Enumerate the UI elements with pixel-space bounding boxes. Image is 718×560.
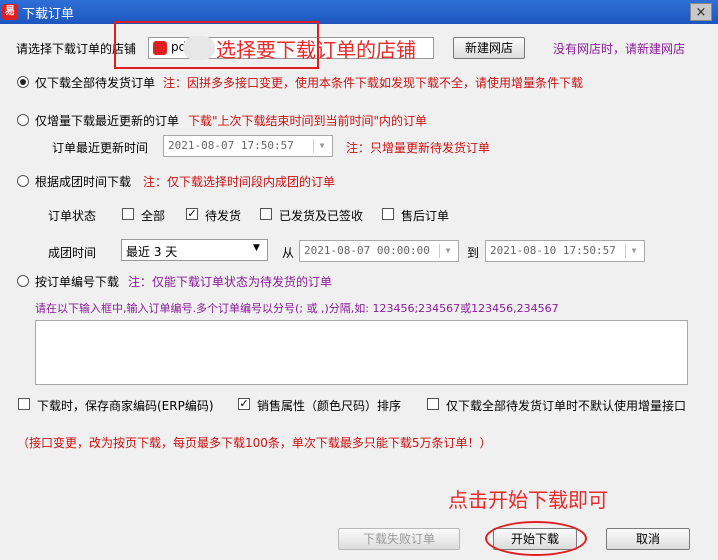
group-time-label: 成团时间: [48, 246, 97, 260]
group-time-preset-select[interactable]: 最近 3 天 ▼: [121, 239, 268, 261]
close-button[interactable]: ×: [690, 3, 712, 21]
interface-change-notice: （接口变更，改为按页下载，每页最多下载100条，单次下载最多只能下载5万条订单！…: [17, 436, 492, 450]
calendar-dropdown-icon: ▼: [625, 244, 642, 258]
select-store-annotation: 选择要下载订单的店铺: [216, 38, 416, 62]
opt2-note: 下载"上次下载结束时间到当前时间"内的订单: [188, 114, 428, 128]
update-time-value: 2021-08-07 17:50:57: [168, 139, 294, 152]
opt4-note: 注：仅能下载订单状态为待发货的订单: [128, 275, 333, 289]
radio-incremental[interactable]: [17, 114, 29, 126]
radio-incremental-label: 仅增量下载最近更新的订单: [35, 114, 180, 128]
status-pending-label: 待发货: [205, 209, 242, 223]
order-number-input[interactable]: [35, 320, 688, 385]
from-time-value: 2021-08-07 00:00:00: [304, 244, 430, 257]
title-bar: 易 下载订单 ×: [0, 0, 718, 24]
update-time-field[interactable]: 2021-08-07 17:50:57 ▼: [163, 135, 333, 157]
status-aftersale-label: 售后订单: [401, 209, 450, 223]
start-button-highlight: [485, 521, 587, 556]
group-time-preset-value: 最近 3 天: [126, 245, 178, 259]
opt1-note: 注：因拼多多接口变更，使用本条件下载如发现下载不全，请使用增量条件下载: [163, 76, 584, 90]
order-input-instruction: 请在以下输入框中,输入订单编号.多个订单编号以分号(; 或 ,)分隔,如: 12…: [35, 302, 559, 315]
failed-orders-button[interactable]: 下载失败订单: [338, 528, 460, 550]
radio-group-time-label: 根据成团时间下载: [35, 175, 132, 189]
sort-sales-attr-label: 销售属性（颜色尺码）排序: [257, 399, 402, 413]
status-shipped-label: 已发货及已签收: [279, 209, 364, 223]
radio-order-number[interactable]: [17, 275, 29, 287]
update-time-note: 注：只增量更新待发货订单: [346, 141, 491, 155]
calendar-dropdown-icon: ▼: [313, 139, 330, 153]
to-label: 到: [467, 246, 480, 260]
cancel-button[interactable]: 取消: [606, 528, 690, 550]
no-store-hint: 没有网店时，请新建网店: [553, 42, 686, 56]
from-time-field[interactable]: 2021-08-07 00:00:00 ▼: [299, 240, 459, 262]
status-label: 订单状态: [48, 209, 97, 223]
app-icon: 易: [2, 4, 18, 20]
click-start-annotation: 点击开始下载即可: [448, 488, 608, 512]
save-erp-code-checkbox[interactable]: [18, 398, 30, 410]
status-shipped-checkbox[interactable]: [260, 208, 272, 220]
new-store-button[interactable]: 新建网店: [453, 37, 525, 59]
save-erp-code-label: 下载时，保存商家编码(ERP编码): [37, 399, 214, 413]
no-incremental-checkbox[interactable]: [427, 398, 439, 410]
to-time-field[interactable]: 2021-08-10 17:50:57 ▼: [485, 240, 645, 262]
chevron-down-icon: ▼: [253, 243, 260, 253]
radio-order-number-label: 按订单编号下载: [35, 275, 120, 289]
radio-all-pending[interactable]: [17, 76, 29, 88]
status-aftersale-checkbox[interactable]: [382, 208, 394, 220]
opt3-note: 注：仅下载选择时间段内成团的订单: [143, 175, 336, 189]
status-all-label: 全部: [141, 209, 166, 223]
update-time-label: 订单最近更新时间: [52, 141, 149, 155]
window-title: 下载订单: [22, 7, 75, 22]
status-pending-checkbox[interactable]: ✓: [186, 208, 198, 220]
sort-sales-attr-checkbox[interactable]: ✓: [238, 398, 250, 410]
store-name-blur: [183, 36, 215, 60]
status-all-checkbox[interactable]: [122, 208, 134, 220]
no-incremental-label: 仅下载全部待发货订单时不默认使用增量接口: [446, 399, 687, 413]
calendar-dropdown-icon: ▼: [439, 244, 456, 258]
from-label: 从: [282, 246, 295, 260]
radio-all-pending-label: 仅下载全部待发货订单: [35, 76, 156, 90]
to-time-value: 2021-08-10 17:50:57: [490, 244, 616, 257]
radio-group-time[interactable]: [17, 175, 29, 187]
